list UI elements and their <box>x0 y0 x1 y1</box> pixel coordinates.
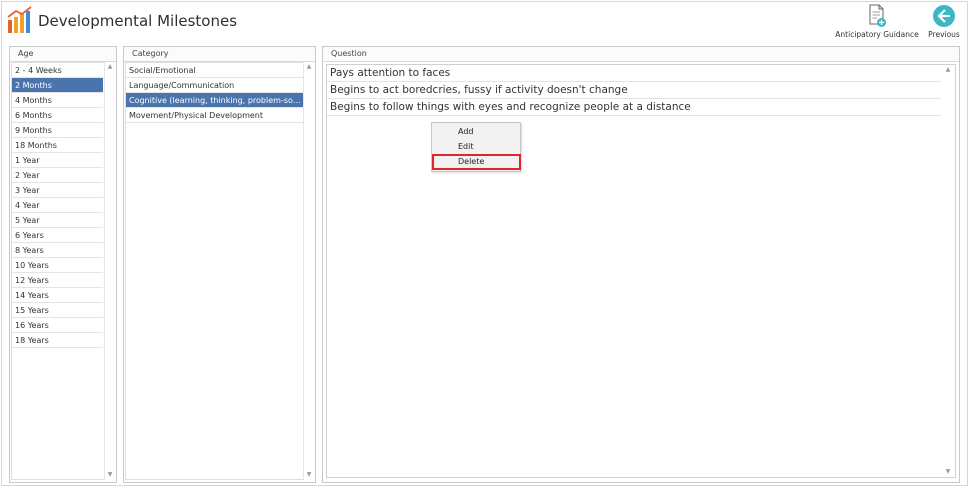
context-menu-edit[interactable]: Edit <box>432 140 520 154</box>
age-item[interactable]: 6 Months <box>12 108 103 123</box>
age-item[interactable]: 6 Years <box>12 228 103 243</box>
anticipatory-guidance-label: Anticipatory Guidance <box>835 30 919 39</box>
age-item[interactable]: 1 Year <box>12 153 103 168</box>
age-item[interactable]: 4 Year <box>12 198 103 213</box>
age-header: Age <box>10 47 116 62</box>
previous-button[interactable]: Previous <box>925 4 963 39</box>
page-title: Developmental Milestones <box>38 12 238 30</box>
question-item[interactable]: Begins to act boredcries, fussy if activ… <box>327 82 941 99</box>
age-item[interactable]: 12 Years <box>12 273 103 288</box>
category-header: Category <box>124 47 315 62</box>
scroll-up-icon[interactable]: ▲ <box>105 62 115 72</box>
category-list: Social/Emotional Language/Communication … <box>125 62 303 480</box>
anticipatory-guidance-button[interactable]: Anticipatory Guidance <box>833 4 921 39</box>
age-item[interactable]: 8 Years <box>12 243 103 258</box>
age-item[interactable]: 10 Years <box>12 258 103 273</box>
category-scrollbar[interactable]: ▲ ▼ <box>303 62 314 480</box>
question-list: Pays attention to faces Begins to act bo… <box>326 64 956 478</box>
age-item[interactable]: 14 Years <box>12 288 103 303</box>
question-item[interactable]: Begins to follow things with eyes and re… <box>327 99 941 116</box>
previous-label: Previous <box>928 30 960 39</box>
age-item[interactable]: 4 Months <box>12 93 103 108</box>
scroll-up-icon[interactable]: ▲ <box>943 65 953 75</box>
question-item[interactable]: Pays attention to faces <box>327 65 941 82</box>
scroll-down-icon[interactable]: ▼ <box>304 470 314 480</box>
age-item[interactable]: 9 Months <box>12 123 103 138</box>
age-panel: Age 2 - 4 Weeks 2 Months 4 Months 6 Mont… <box>9 46 117 483</box>
category-item[interactable]: Movement/Physical Development <box>126 108 303 123</box>
scroll-down-icon[interactable]: ▼ <box>105 470 115 480</box>
category-item[interactable]: Language/Communication <box>126 78 303 93</box>
question-scrollbar[interactable]: ▲ ▼ <box>943 65 955 477</box>
age-item[interactable]: 2 - 4 Weeks <box>12 63 103 78</box>
age-item[interactable]: 18 Months <box>12 138 103 153</box>
age-item[interactable]: 15 Years <box>12 303 103 318</box>
category-item-selected[interactable]: Cognitive (learning, thinking, problem-s… <box>126 93 303 108</box>
context-menu-add[interactable]: Add <box>432 125 520 139</box>
arrow-left-icon <box>933 5 955 27</box>
age-item[interactable]: 18 Years <box>12 333 103 348</box>
age-item[interactable]: 2 Year <box>12 168 103 183</box>
age-list: 2 - 4 Weeks 2 Months 4 Months 6 Months 9… <box>11 62 104 480</box>
age-item[interactable]: 3 Year <box>12 183 103 198</box>
category-panel: Category Social/Emotional Language/Commu… <box>123 46 316 483</box>
document-add-icon <box>869 4 886 27</box>
age-item[interactable]: 5 Year <box>12 213 103 228</box>
delete-highlight-box <box>432 154 521 170</box>
age-item-selected[interactable]: 2 Months <box>12 78 103 93</box>
scroll-down-icon[interactable]: ▼ <box>943 467 953 477</box>
category-item[interactable]: Social/Emotional <box>126 63 303 78</box>
age-scrollbar[interactable]: ▲ ▼ <box>104 62 115 480</box>
scroll-up-icon[interactable]: ▲ <box>304 62 314 72</box>
age-item[interactable]: 16 Years <box>12 318 103 333</box>
question-header: Question <box>323 47 959 62</box>
question-panel: Question Pays attention to faces Begins … <box>322 46 960 483</box>
app-logo-icon <box>7 6 32 33</box>
